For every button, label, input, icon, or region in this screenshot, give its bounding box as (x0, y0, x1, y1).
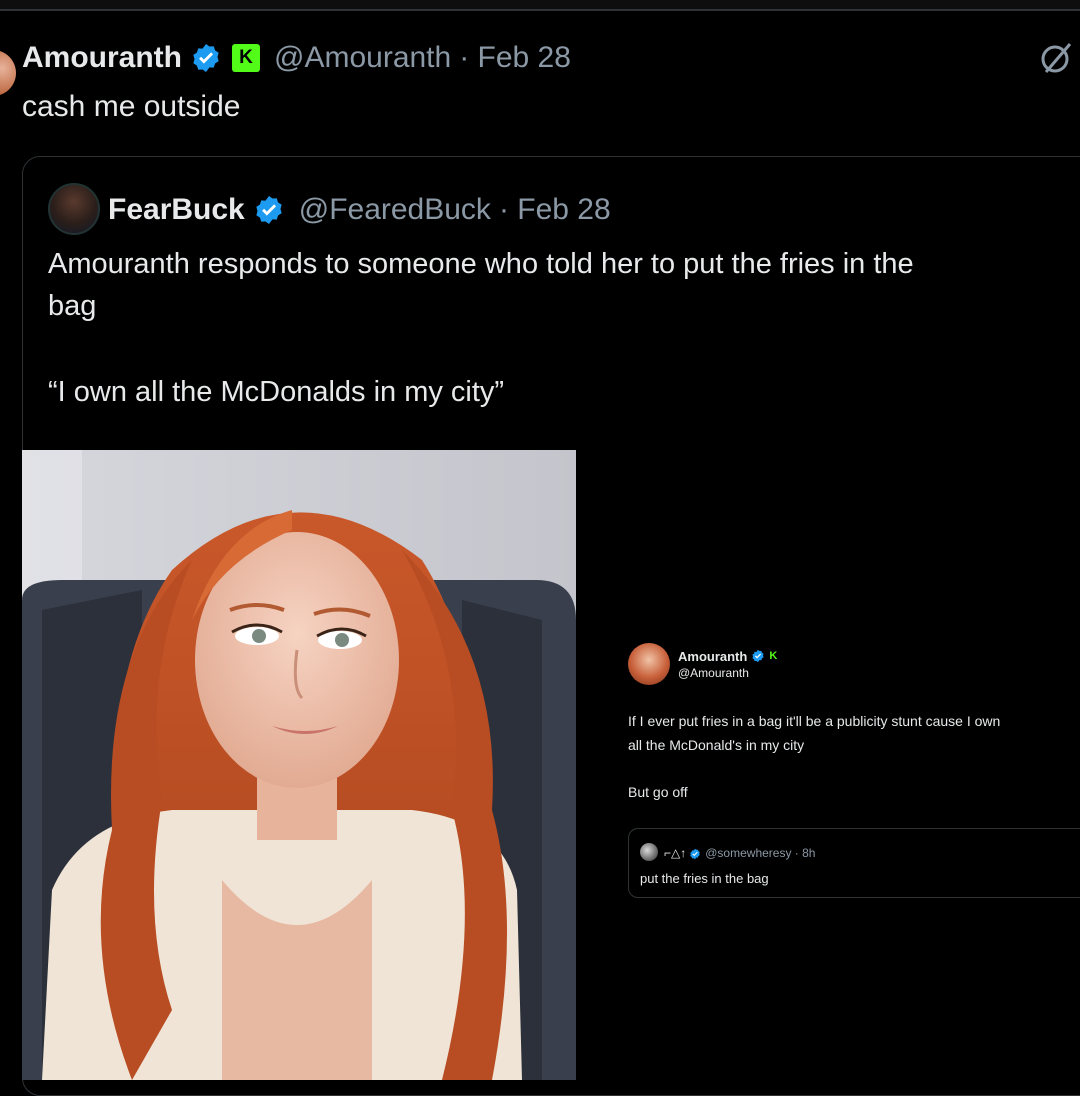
embedded-text-line-2: all the McDonald's in my city (628, 737, 805, 753)
embedded-author-handle: @Amouranth (678, 666, 749, 680)
author-handle[interactable]: @Amouranth (274, 41, 451, 75)
quoted-tweet-header: FearBuck @FearedBuck · Feb 28 (108, 190, 611, 230)
tweet-date[interactable]: · Feb 28 (459, 41, 571, 75)
reply-header: ⌐△↑ @somewheresy · 8h (664, 845, 815, 861)
quoted-tweet-date[interactable]: · Feb 28 (499, 193, 611, 227)
grok-icon[interactable] (1038, 40, 1074, 76)
top-divider (0, 0, 1080, 11)
reply-text: put the fries in the bag (640, 871, 769, 886)
verified-badge-icon (751, 649, 765, 663)
verified-badge-icon (253, 194, 285, 226)
quoted-author-name[interactable]: FearBuck (108, 193, 245, 227)
reply-handle-time: @somewheresy · 8h (705, 846, 816, 860)
embedded-text-line-3: But go off (628, 784, 688, 800)
author-avatar[interactable] (0, 50, 16, 96)
reply-name: ⌐△↑ (664, 846, 687, 860)
quoted-author-avatar[interactable] (48, 183, 100, 235)
author-name[interactable]: Amouranth (22, 41, 182, 75)
embedded-tweet-header: Amouranth K (678, 647, 777, 665)
embedded-reply-card (628, 828, 1080, 898)
verified-badge-icon (689, 847, 701, 860)
quoted-text-line-2: bag (48, 290, 97, 322)
kick-badge-icon: K (232, 44, 260, 72)
tweet-header: Amouranth K @Amouranth · Feb 28 (22, 38, 571, 78)
kick-badge-icon: K (769, 650, 778, 662)
quoted-text-quote: “I own all the McDonalds in my city” (48, 376, 505, 408)
embedded-author-avatar (628, 643, 670, 685)
embedded-text-line-1: If I ever put fries in a bag it'll be a … (628, 713, 1001, 729)
quoted-media-photo[interactable] (22, 450, 576, 1080)
verified-badge-icon (190, 42, 222, 74)
quoted-author-handle[interactable]: @FearedBuck (299, 193, 491, 227)
reply-avatar (640, 843, 658, 861)
tweet-text: cash me outside (22, 90, 241, 123)
portrait-illustration (22, 450, 576, 1080)
embedded-author-name: Amouranth (678, 648, 748, 664)
quoted-text-line-1: Amouranth responds to someone who told h… (48, 248, 914, 280)
